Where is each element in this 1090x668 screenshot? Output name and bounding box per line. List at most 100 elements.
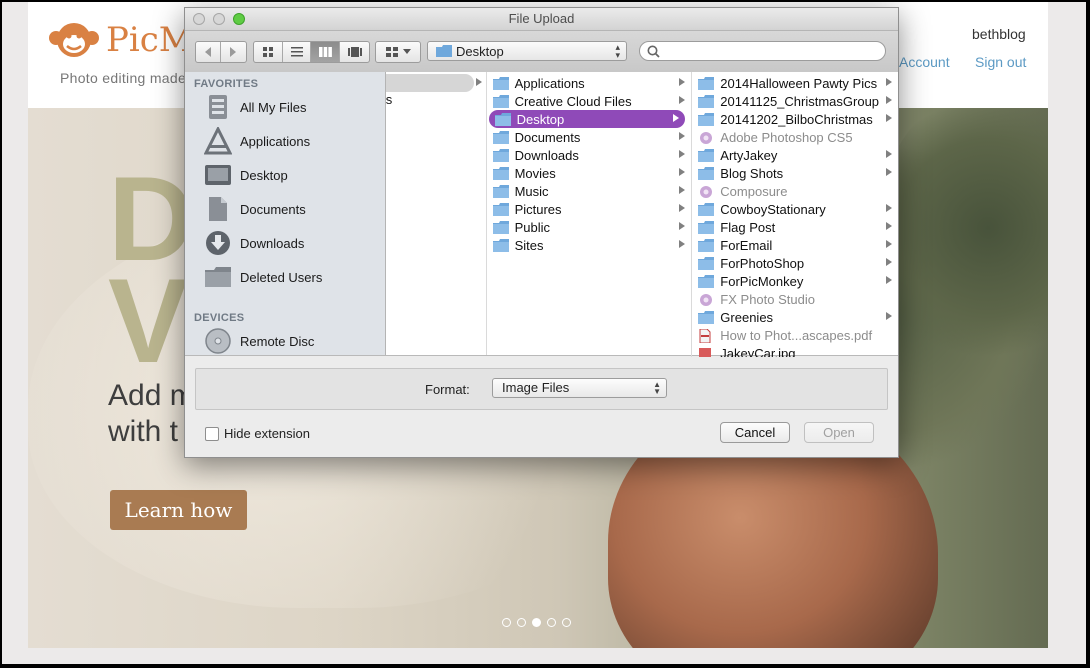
folder-icon bbox=[492, 148, 509, 162]
hero-headline: D V bbox=[108, 159, 195, 381]
browser-column-2: Applications Creative Cloud Files Desktop D… bbox=[487, 72, 693, 357]
username[interactable]: bethblog bbox=[972, 26, 1026, 42]
file-row-label: FX Photo Studio bbox=[720, 291, 815, 307]
file-row-foremail[interactable]: ForEmail bbox=[692, 236, 898, 254]
disclosure-chevron-icon bbox=[679, 132, 686, 140]
sidebar-item-applications[interactable]: Applications bbox=[185, 124, 385, 158]
file-row-composure[interactable]: Composure bbox=[692, 182, 898, 200]
sidebar-item-label: Deleted Users bbox=[240, 269, 323, 285]
arrange-group bbox=[375, 41, 421, 63]
search-field[interactable] bbox=[639, 41, 886, 61]
learn-how-button[interactable]: Learn how bbox=[110, 490, 247, 530]
coverflow-view-button[interactable] bbox=[340, 42, 369, 62]
disc-icon bbox=[203, 327, 233, 355]
file-row-20141125-christmasgroup[interactable]: 20141125_ChristmasGroup bbox=[692, 92, 898, 110]
icon-view-button[interactable] bbox=[254, 42, 283, 62]
file-row-pictures[interactable]: Pictures bbox=[487, 200, 692, 218]
file-row-forphotoshop[interactable]: ForPhotoShop bbox=[692, 254, 898, 272]
folder-icon bbox=[698, 202, 715, 216]
column-1-selected-row[interactable] bbox=[385, 74, 482, 92]
file-row-blog-shots[interactable]: Blog Shots bbox=[692, 164, 898, 182]
carousel-dot[interactable] bbox=[502, 618, 511, 627]
file-row-label: Blog Shots bbox=[720, 165, 784, 181]
pdf-icon bbox=[698, 328, 714, 343]
hide-extension-option[interactable]: Hide extension bbox=[205, 426, 310, 441]
disclosure-chevron-icon bbox=[679, 204, 686, 212]
file-row-public[interactable]: Public bbox=[487, 218, 692, 236]
folder-icon bbox=[436, 45, 452, 57]
sidebar-item-label: Desktop bbox=[240, 167, 288, 183]
forward-button[interactable] bbox=[221, 42, 245, 62]
disclosure-chevron-icon bbox=[679, 240, 686, 248]
file-row-desktop[interactable]: Desktop bbox=[488, 110, 686, 128]
sidebar-item-desktop[interactable]: Desktop bbox=[185, 158, 385, 192]
file-row-label: Greenies bbox=[720, 309, 774, 325]
carousel-dot[interactable] bbox=[562, 618, 571, 627]
location-popup[interactable]: Desktop ▴ ▾ bbox=[427, 41, 627, 61]
folder-icon bbox=[698, 274, 715, 288]
file-row-label: Desktop bbox=[516, 111, 565, 127]
search-input[interactable] bbox=[664, 44, 878, 60]
browser-column-1: s bbox=[385, 72, 487, 355]
file-row-2014halloween-pawty-pics[interactable]: 2014Halloween Pawty Pics bbox=[692, 74, 898, 92]
carousel-dot[interactable] bbox=[532, 618, 541, 627]
app-icon bbox=[698, 293, 714, 306]
account-link[interactable]: Account bbox=[899, 54, 950, 70]
file-row-label: Music bbox=[514, 183, 549, 199]
file-row-downloads[interactable]: Downloads bbox=[487, 146, 692, 164]
arrange-menu-button[interactable] bbox=[376, 42, 420, 62]
disclosure-chevron-icon bbox=[886, 258, 892, 266]
sidebar-item-deleted-users[interactable]: Deleted Users bbox=[185, 260, 385, 294]
back-button[interactable] bbox=[196, 42, 221, 62]
cancel-button[interactable]: Cancel bbox=[720, 422, 790, 443]
file-row-music[interactable]: Music bbox=[487, 182, 692, 200]
sidebar-item-label: Downloads bbox=[240, 235, 305, 251]
devices-list: Remote Disc bbox=[185, 324, 385, 355]
file-row-forpicmonkey[interactable]: ForPicMonkey bbox=[692, 272, 898, 290]
file-row-label: CowboyStationary bbox=[720, 201, 826, 217]
sidebar-item-all-my-files[interactable]: All My Files bbox=[185, 90, 385, 124]
app-icon bbox=[698, 185, 714, 198]
image-icon bbox=[698, 347, 714, 357]
hide-extension-checkbox[interactable] bbox=[205, 426, 219, 441]
sidebar-item-label: Applications bbox=[240, 133, 311, 149]
file-row-applications[interactable]: Applications bbox=[487, 74, 692, 92]
carousel-dot[interactable] bbox=[517, 618, 526, 627]
site-logo[interactable]: PicM bbox=[48, 18, 194, 62]
file-row-label: Sites bbox=[514, 237, 544, 253]
file-row-sites[interactable]: Sites bbox=[487, 236, 692, 254]
format-select[interactable]: Image Files ▲ ▼ bbox=[492, 378, 667, 398]
sidebar-item-documents[interactable]: Documents bbox=[185, 192, 385, 226]
file-row-creative-cloud-files[interactable]: Creative Cloud Files bbox=[487, 92, 692, 110]
carousel-dot[interactable] bbox=[547, 618, 556, 627]
file-row-adobe-photoshop-cs5[interactable]: Adobe Photoshop CS5 bbox=[692, 128, 898, 146]
list-view-button[interactable] bbox=[283, 42, 311, 62]
file-row-label: Pictures bbox=[514, 201, 562, 217]
close-window-button[interactable] bbox=[193, 13, 205, 25]
file-row-flag-post[interactable]: Flag Post bbox=[692, 218, 898, 236]
sidebar-item-remote-disc[interactable]: Remote Disc bbox=[185, 324, 385, 355]
disclosure-chevron-icon bbox=[886, 114, 892, 122]
file-row-fx-photo-studio[interactable]: FX Photo Studio bbox=[692, 290, 898, 308]
open-button[interactable]: Open bbox=[804, 422, 874, 443]
minimize-window-button[interactable] bbox=[213, 13, 225, 25]
file-row-20141202-bilbochristmas[interactable]: 20141202_BilboChristmas bbox=[692, 110, 898, 128]
sign-out-link[interactable]: Sign out bbox=[975, 54, 1026, 70]
disclosure-chevron-icon bbox=[886, 168, 892, 176]
column-1-partial-text[interactable]: s bbox=[386, 92, 393, 107]
file-row-label: Composure bbox=[720, 183, 788, 199]
file-row-movies[interactable]: Movies bbox=[487, 164, 692, 182]
finder-sidebar: FAVORITES All My Files Applications Deskto… bbox=[185, 72, 386, 355]
sidebar-item-downloads[interactable]: Downloads bbox=[185, 226, 385, 260]
disclosure-chevron-icon bbox=[673, 114, 680, 122]
file-row-cowboystationary[interactable]: CowboyStationary bbox=[692, 200, 898, 218]
zoom-window-button[interactable] bbox=[233, 13, 245, 25]
file-row-artyjakey[interactable]: ArtyJakey bbox=[692, 146, 898, 164]
file-row-greenies[interactable]: Greenies bbox=[692, 308, 898, 326]
file-row-how-to-phot-ascapes-pdf[interactable]: How to Phot...ascapes.pdf bbox=[692, 326, 898, 344]
hero-subline-line2: with t bbox=[108, 415, 179, 448]
file-row-jakeycar-jpg[interactable]: JakeyCar.jpg bbox=[692, 344, 898, 357]
file-row-documents[interactable]: Documents bbox=[487, 128, 692, 146]
column-view-button[interactable] bbox=[311, 42, 340, 62]
folder-icon bbox=[492, 202, 509, 216]
